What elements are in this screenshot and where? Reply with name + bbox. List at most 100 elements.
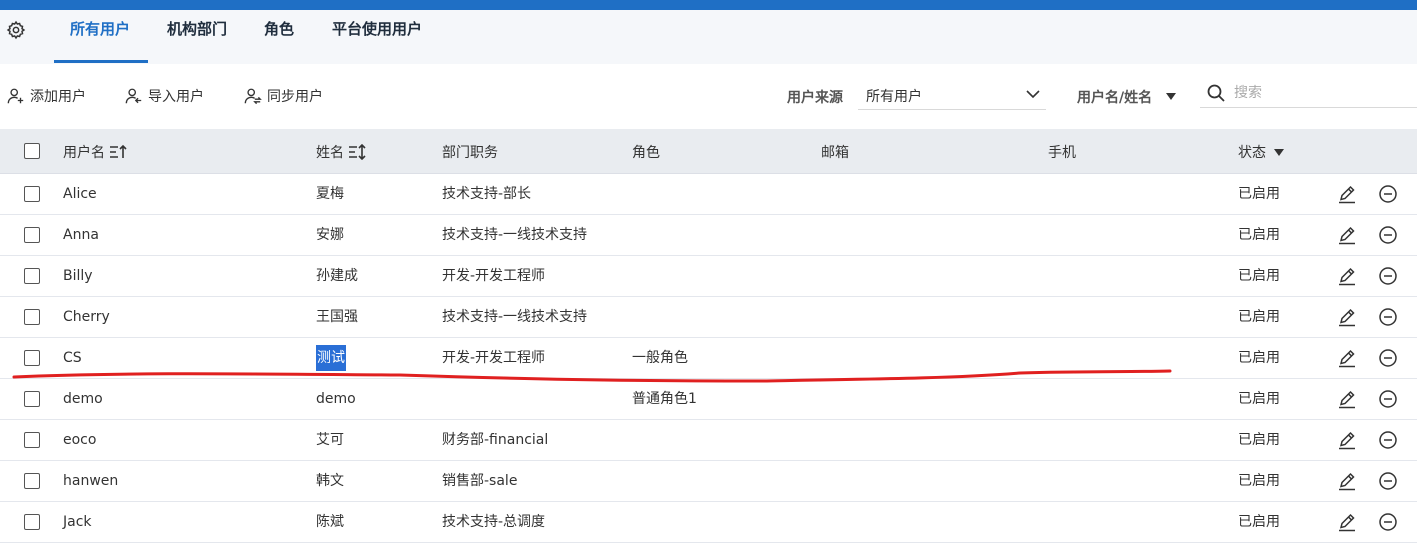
table-row[interactable]: Billy 孙建成 开发-开发工程师 已启用 [0, 256, 1417, 297]
row-checkbox[interactable] [24, 309, 40, 325]
edit-icon[interactable] [1337, 225, 1357, 245]
column-status-label: 状态 [1238, 145, 1266, 161]
minus-circle-icon[interactable] [1378, 184, 1398, 204]
column-name-label: 姓名 [316, 145, 344, 161]
edit-icon[interactable] [1337, 430, 1357, 450]
cell-role: 一般角色 [632, 350, 688, 366]
table-row[interactable]: CS 测试 开发-开发工程师 一般角色 已启用 [0, 338, 1417, 379]
user-source-label: 用户来源 [787, 90, 843, 106]
minus-circle-icon[interactable] [1378, 389, 1398, 409]
caret-down-icon[interactable] [1166, 93, 1176, 100]
user-source-select[interactable]: 所有用户 [858, 80, 1046, 110]
cell-dept: 开发-开发工程师 [442, 268, 546, 284]
table-row[interactable]: demo demo 普通角色1 已启用 [0, 379, 1417, 420]
minus-circle-icon[interactable] [1378, 430, 1398, 450]
table-row[interactable]: hanwen 韩文 销售部-sale 已启用 [0, 461, 1417, 502]
table-row[interactable]: Jack 陈斌 技术支持-总调度 已启用 [0, 502, 1417, 543]
cell-role: 普通角色1 [632, 391, 697, 407]
table-row[interactable]: Anna 安娜 技术支持-一线技术支持 已启用 [0, 215, 1417, 256]
column-email: 邮箱 [821, 145, 849, 161]
edit-icon[interactable] [1337, 389, 1357, 409]
search-icon[interactable] [1206, 83, 1226, 103]
cell-status: 已启用 [1238, 514, 1280, 530]
user-import-icon [125, 88, 142, 104]
minus-circle-icon[interactable] [1378, 471, 1398, 491]
cell-name: 孙建成 [316, 268, 358, 284]
sync-user-button[interactable]: 同步用户 [244, 86, 323, 106]
cell-status: 已启用 [1238, 473, 1280, 489]
cell-name: 测试 [316, 345, 346, 371]
add-user-label: 添加用户 [30, 89, 86, 105]
sync-user-label: 同步用户 [267, 89, 323, 105]
minus-circle-icon[interactable] [1378, 348, 1398, 368]
edit-icon[interactable] [1337, 307, 1357, 327]
gear-icon[interactable] [6, 20, 26, 40]
column-status[interactable]: 状态 [1238, 142, 1284, 162]
caret-down-icon[interactable] [1274, 148, 1284, 156]
cell-status: 已启用 [1238, 309, 1280, 325]
column-username[interactable]: 用户名 [63, 142, 127, 162]
user-sync-icon [244, 88, 262, 105]
row-checkbox[interactable] [24, 350, 40, 366]
cell-name: 安娜 [316, 227, 344, 243]
sort-icon[interactable] [348, 144, 366, 160]
table-row[interactable]: Alice 夏梅 技术支持-部长 已启用 [0, 174, 1417, 215]
edit-icon[interactable] [1337, 184, 1357, 204]
edit-icon[interactable] [1337, 471, 1357, 491]
user-add-icon [7, 88, 24, 104]
edit-icon[interactable] [1337, 512, 1357, 532]
active-tab-indicator [54, 60, 148, 63]
cell-username: Jack [63, 514, 92, 530]
search-box [1200, 80, 1417, 108]
import-user-button[interactable]: 导入用户 [125, 86, 204, 106]
row-checkbox[interactable] [24, 432, 40, 448]
tab-roles[interactable]: 角色 [264, 19, 294, 39]
column-dept: 部门职务 [442, 145, 498, 161]
cell-dept: 财务部-financial [442, 432, 549, 448]
cell-dept: 技术支持-一线技术支持 [442, 309, 588, 325]
cell-name: 王国强 [316, 309, 358, 325]
row-checkbox[interactable] [24, 186, 40, 202]
minus-circle-icon[interactable] [1378, 307, 1398, 327]
cell-dept: 开发-开发工程师 [442, 350, 546, 366]
row-checkbox[interactable] [24, 227, 40, 243]
cell-username: hanwen [63, 473, 119, 489]
edit-icon[interactable] [1337, 348, 1357, 368]
cell-status: 已启用 [1238, 350, 1280, 366]
row-checkbox[interactable] [24, 268, 40, 284]
sort-icon[interactable] [109, 144, 127, 160]
cell-username: Anna [63, 227, 99, 243]
search-input[interactable] [1234, 83, 1404, 103]
cell-dept: 技术支持-部长 [442, 186, 532, 202]
cell-dept: 销售部-sale [442, 473, 518, 489]
table-row[interactable]: Cherry 王国强 技术支持-一线技术支持 已启用 [0, 297, 1417, 338]
tab-all-users[interactable]: 所有用户 [70, 19, 130, 39]
tab-departments[interactable]: 机构部门 [167, 19, 227, 39]
minus-circle-icon[interactable] [1378, 266, 1398, 286]
edit-icon[interactable] [1337, 266, 1357, 286]
top-accent-bar [0, 0, 1417, 10]
cell-status: 已启用 [1238, 227, 1280, 243]
chevron-down-icon [1026, 90, 1040, 99]
row-checkbox[interactable] [24, 391, 40, 407]
cell-dept: 技术支持-总调度 [442, 514, 546, 530]
column-role: 角色 [632, 145, 660, 161]
row-checkbox[interactable] [24, 514, 40, 530]
add-user-button[interactable]: 添加用户 [7, 86, 86, 106]
search-mode-dropdown[interactable]: 用户名/姓名 [1077, 87, 1152, 107]
cell-status: 已启用 [1238, 268, 1280, 284]
row-checkbox[interactable] [24, 473, 40, 489]
minus-circle-icon[interactable] [1378, 225, 1398, 245]
cell-username: Billy [63, 268, 93, 284]
cell-username: CS [63, 350, 82, 366]
select-all-checkbox[interactable] [24, 143, 40, 159]
tab-platform-users[interactable]: 平台使用用户 [332, 19, 422, 39]
cell-status: 已启用 [1238, 432, 1280, 448]
import-user-label: 导入用户 [148, 89, 204, 105]
minus-circle-icon[interactable] [1378, 512, 1398, 532]
cell-username: demo [63, 391, 103, 407]
cell-status: 已启用 [1238, 186, 1280, 202]
cell-status: 已启用 [1238, 391, 1280, 407]
table-row[interactable]: eoco 艾可 财务部-financial 已启用 [0, 420, 1417, 461]
column-name[interactable]: 姓名 [316, 142, 366, 162]
